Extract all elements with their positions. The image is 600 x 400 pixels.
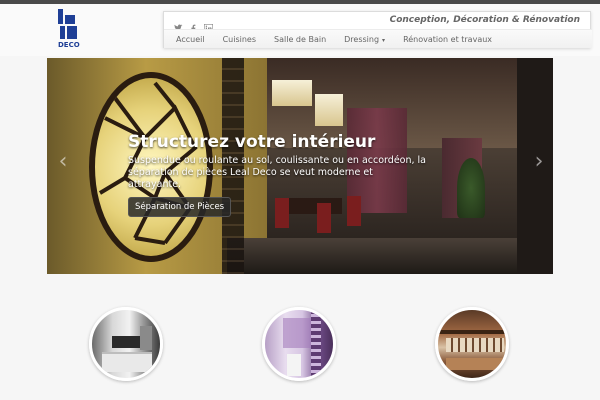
- menu-item-dressing-label: Dressing: [344, 34, 380, 44]
- logo-text: DECO: [58, 41, 80, 49]
- pendant-lamp: [315, 94, 343, 126]
- site-tagline: Conception, Décoration & Rénovation: [389, 15, 580, 25]
- menu-item-accueil[interactable]: Accueil: [176, 35, 205, 44]
- hero-slider[interactable]: ‹ › Structurez votre intérieur Suspendue…: [47, 58, 553, 274]
- facebook-icon[interactable]: [189, 18, 198, 33]
- thumbnail-dressing[interactable]: [435, 307, 509, 381]
- main-menu: Accueil Cuisines Salle de Bain Dressing ▾…: [164, 29, 592, 48]
- pendant-lamp: [272, 80, 312, 106]
- chevron-down-icon: ▾: [382, 36, 386, 44]
- site-header: DECO Conception, Décoration & Rénovation…: [0, 4, 600, 56]
- menu-item-dressing[interactable]: Dressing ▾: [344, 35, 385, 44]
- leal-deco-logo[interactable]: DECO: [58, 9, 80, 51]
- social-links: [174, 16, 214, 33]
- nav-box: Conception, Décoration & Rénovation Accu…: [163, 11, 592, 48]
- menu-item-cuisines[interactable]: Cuisines: [223, 35, 256, 44]
- twitter-icon[interactable]: [174, 18, 183, 31]
- separation-pieces-button[interactable]: Séparation de Pièces: [128, 197, 232, 217]
- slider-prev-button[interactable]: ‹: [55, 150, 71, 174]
- menu-item-salle-de-bain[interactable]: Salle de Bain: [274, 35, 326, 44]
- thumbnail-bathroom[interactable]: [262, 307, 336, 381]
- menu-item-renovation[interactable]: Rénovation et travaux: [403, 35, 492, 44]
- slide-title: Structurez votre intérieur: [128, 132, 376, 152]
- linkedin-icon[interactable]: [203, 18, 214, 33]
- slide-caption: Structurez votre intérieur Suspendue ou …: [128, 132, 428, 217]
- thumbnail-kitchen[interactable]: [89, 307, 163, 381]
- slider-next-button[interactable]: ›: [531, 150, 547, 174]
- slide-text: Suspendue ou roulante au sol, coulissant…: [128, 155, 427, 190]
